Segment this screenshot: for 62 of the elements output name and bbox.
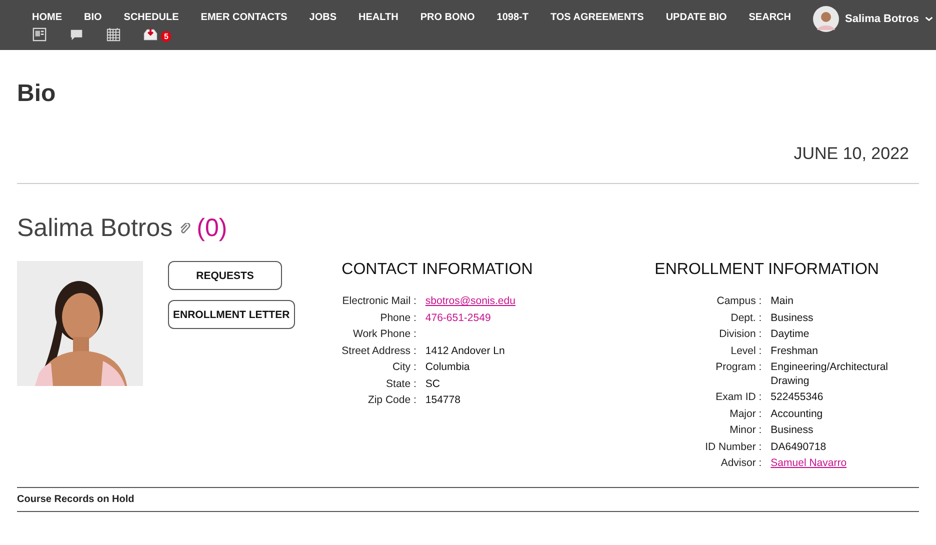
nav-link[interactable]: HEALTH: [358, 12, 398, 23]
nav-link[interactable]: SCHEDULE: [124, 12, 179, 23]
nav-link[interactable]: UPDATE BIO: [666, 12, 727, 23]
field-label: Work Phone :: [352, 328, 416, 342]
notification-badge: 5: [161, 31, 172, 42]
field-value: 1412 Andover Ln: [425, 344, 506, 358]
nav-link[interactable]: JOBS: [309, 12, 337, 23]
field-label: Division :: [718, 328, 762, 342]
nav-link[interactable]: TOS AGREEMENTS: [550, 12, 644, 23]
page-title: Bio: [17, 79, 57, 109]
calendar-icon[interactable]: [106, 27, 121, 42]
field-label: Exam ID :: [714, 391, 762, 404]
field-value: 154778: [425, 394, 462, 408]
field-label: Advisor :: [720, 457, 762, 470]
nav-link[interactable]: PRO BONO: [420, 12, 475, 23]
field-value: Columbia: [425, 361, 471, 374]
chat-icon[interactable]: [69, 27, 84, 42]
field-label: Major :: [728, 408, 762, 421]
field-value: Daytime: [770, 328, 810, 342]
field-label: Minor :: [728, 424, 762, 438]
nav-link[interactable]: SEARCH: [748, 12, 791, 23]
field-link[interactable]: sbotros@sonis.edu: [425, 295, 516, 308]
field-label: Zip Code :: [366, 394, 416, 408]
field-label: Campus :: [716, 295, 762, 308]
field-value: SC: [425, 378, 441, 391]
attachment-count[interactable]: (0): [196, 214, 228, 243]
inbox-icon[interactable]: [143, 27, 158, 42]
field-link[interactable]: Samuel Navarro: [770, 457, 847, 470]
field-value: DA6490718: [770, 440, 828, 454]
paperclip-icon[interactable]: [178, 222, 191, 234]
field-label: Dept. :: [730, 312, 762, 325]
field-label: Electronic Mail :: [342, 295, 416, 308]
field-value: Accounting: [770, 408, 824, 421]
field-value: Business: [770, 424, 814, 438]
user-menu[interactable]: Salima Botros: [813, 0, 933, 38]
avatar: [813, 6, 839, 32]
field-value: 522455346: [770, 391, 824, 404]
outline-button[interactable]: ENROLLMENT LETTER: [168, 300, 295, 329]
field-label: State :: [385, 378, 416, 391]
field-value: Main: [770, 295, 794, 308]
section-heading: CONTACT INFORMATION: [342, 261, 534, 279]
nav-link[interactable]: 1098-T: [496, 12, 528, 23]
nav-link[interactable]: HOME: [32, 12, 62, 23]
field-value: Business: [770, 312, 814, 325]
field-label: Phone :: [379, 312, 416, 325]
section-label: Course Records on Hold: [17, 494, 134, 505]
field-label: City :: [391, 361, 416, 374]
nav-link[interactable]: BIO: [84, 12, 102, 23]
field-value: Freshman: [770, 344, 819, 358]
outline-button[interactable]: REQUESTS: [168, 261, 282, 290]
field-label: ID Number :: [704, 440, 762, 454]
caret-icon: [924, 16, 933, 22]
field-label: Street Address :: [342, 344, 416, 358]
id-card-icon[interactable]: [32, 27, 47, 42]
nav-link[interactable]: EMER CONTACTS: [200, 12, 288, 23]
student-name: Salima Botros: [17, 214, 173, 243]
field-value: Engineering/Architectural Drawing: [770, 361, 889, 388]
section-heading: ENROLLMENT INFORMATION: [654, 261, 880, 279]
field-label: Program :: [714, 361, 762, 375]
field-label: Level :: [730, 344, 762, 358]
date: JUNE 10, 2022: [792, 144, 910, 164]
field-value: 476-651-2549: [425, 312, 492, 325]
